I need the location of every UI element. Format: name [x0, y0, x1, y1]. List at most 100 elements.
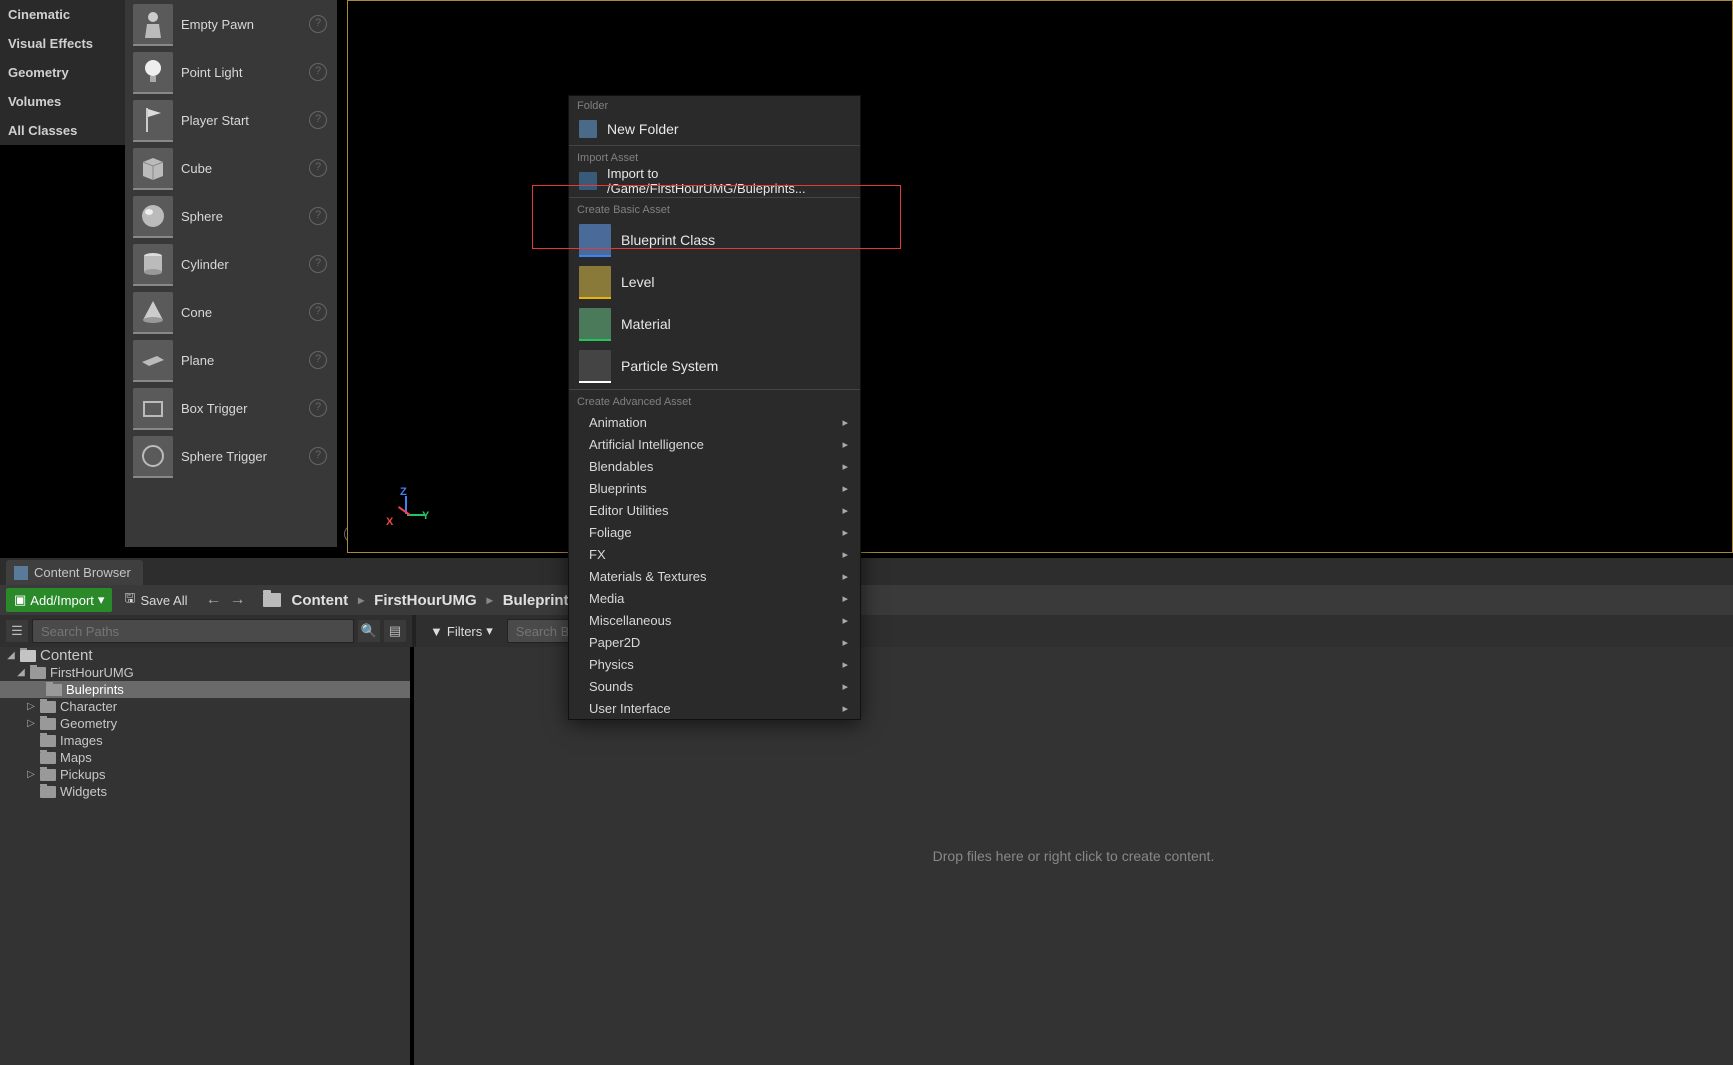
cube-icon: [133, 148, 173, 188]
tree-item-geometry[interactable]: ▷ Geometry: [0, 715, 410, 732]
search-paths-input[interactable]: [32, 619, 354, 643]
ctx-fx[interactable]: FX▸: [569, 543, 860, 565]
actor-cylinder[interactable]: Cylinder ?: [125, 240, 337, 288]
chevron-right-icon: ▸: [842, 680, 848, 693]
actor-player-start[interactable]: Player Start ?: [125, 96, 337, 144]
ctx-foliage[interactable]: Foliage▸: [569, 521, 860, 543]
ctx-particle-system[interactable]: Particle System: [569, 345, 860, 387]
content-browser-search-row: ☰ 🔍 ▤ ▼ Filters ▾: [0, 615, 1733, 647]
tree-twisty-icon[interactable]: ▷: [26, 701, 36, 712]
tree-item-buleprints[interactable]: Buleprints: [0, 681, 410, 698]
nav-back-button[interactable]: ←: [203, 591, 223, 609]
ctx-section-folder: Folder: [569, 96, 860, 115]
folder-icon: [46, 684, 62, 696]
filters-button[interactable]: ▼ Filters ▾: [422, 623, 501, 639]
tree-twisty-icon[interactable]: ◢: [16, 667, 26, 678]
ctx-animation[interactable]: Animation▸: [569, 411, 860, 433]
tree-item-content[interactable]: ◢ Content: [0, 647, 410, 664]
tree-item-character[interactable]: ▷ Character: [0, 698, 410, 715]
help-icon[interactable]: ?: [309, 159, 327, 177]
help-icon[interactable]: ?: [309, 15, 327, 33]
actor-label: Box Trigger: [181, 401, 309, 416]
actor-cone[interactable]: Cone ?: [125, 288, 337, 336]
actor-label: Cylinder: [181, 257, 309, 272]
category-visual-effects[interactable]: Visual Effects: [0, 29, 125, 58]
help-icon[interactable]: ?: [309, 303, 327, 321]
chevron-right-icon: ▸: [842, 592, 848, 605]
particle-icon: [579, 350, 611, 382]
category-geometry[interactable]: Geometry: [0, 58, 125, 87]
sphere-trigger-icon: [133, 436, 173, 476]
actor-sphere-trigger[interactable]: Sphere Trigger ?: [125, 432, 337, 480]
help-icon[interactable]: ?: [309, 351, 327, 369]
crumb-buleprints[interactable]: Buleprints: [503, 592, 577, 609]
ctx-level[interactable]: Level: [569, 261, 860, 303]
chevron-right-icon: ▸: [842, 570, 848, 583]
divider: [569, 197, 860, 198]
ctx-paper2d[interactable]: Paper2D▸: [569, 631, 860, 653]
tree-item-pickups[interactable]: ▷ Pickups: [0, 766, 410, 783]
filter-icon: ▼: [430, 624, 443, 639]
ctx-section-import: Import Asset: [569, 148, 860, 167]
ctx-blendables[interactable]: Blendables▸: [569, 455, 860, 477]
content-browser-tab[interactable]: Content Browser: [6, 560, 143, 585]
tree-item-firsthourumg[interactable]: ◢ FirstHourUMG: [0, 664, 410, 681]
tree-item-widgets[interactable]: Widgets: [0, 783, 410, 800]
ctx-sounds[interactable]: Sounds▸: [569, 675, 860, 697]
category-all-classes[interactable]: All Classes: [0, 116, 125, 145]
category-volumes[interactable]: Volumes: [0, 87, 125, 116]
help-icon[interactable]: ?: [309, 207, 327, 225]
ctx-editor-utilities[interactable]: Editor Utilities▸: [569, 499, 860, 521]
ctx-miscellaneous[interactable]: Miscellaneous▸: [569, 609, 860, 631]
ctx-section-advanced: Create Advanced Asset: [569, 392, 860, 411]
help-icon[interactable]: ?: [309, 399, 327, 417]
actor-cube[interactable]: Cube ?: [125, 144, 337, 192]
tree-twisty-icon[interactable]: ▷: [26, 769, 36, 780]
cylinder-icon: [133, 244, 173, 284]
help-icon[interactable]: ?: [309, 63, 327, 81]
ctx-blueprint-class[interactable]: Blueprint Class: [569, 219, 860, 261]
folder-icon[interactable]: [263, 593, 281, 607]
ctx-user-interface[interactable]: User Interface▸: [569, 697, 860, 719]
nav-forward-button[interactable]: →: [227, 591, 247, 609]
help-icon[interactable]: ?: [309, 447, 327, 465]
actor-point-light[interactable]: Point Light ?: [125, 48, 337, 96]
search-icon[interactable]: 🔍: [358, 620, 380, 642]
actor-label: Point Light: [181, 65, 309, 80]
tree-item-maps[interactable]: Maps: [0, 749, 410, 766]
tree-twisty-icon[interactable]: ◢: [6, 650, 16, 661]
add-import-button[interactable]: ▣ Add/Import ▾: [6, 588, 112, 612]
tree-twisty-icon[interactable]: ▷: [26, 718, 36, 729]
axis-gizmo: Z Y X: [378, 486, 424, 532]
folder-icon: [40, 786, 56, 798]
level-viewport[interactable]: Z Y X: [347, 0, 1733, 553]
placement-category-list: Cinematic Visual Effects Geometry Volume…: [0, 0, 125, 145]
tree-item-images[interactable]: Images: [0, 732, 410, 749]
ctx-artificial-intelligence[interactable]: Artificial Intelligence▸: [569, 433, 860, 455]
lock-sources-button[interactable]: ▤: [384, 620, 406, 642]
category-cinematic[interactable]: Cinematic: [0, 0, 125, 29]
help-icon[interactable]: ?: [309, 111, 327, 129]
sources-toggle-button[interactable]: ☰: [6, 620, 28, 642]
ctx-material[interactable]: Material: [569, 303, 860, 345]
ctx-physics[interactable]: Physics▸: [569, 653, 860, 675]
ctx-materials-textures[interactable]: Materials & Textures▸: [569, 565, 860, 587]
ctx-media[interactable]: Media▸: [569, 587, 860, 609]
blueprint-icon: [579, 224, 611, 256]
chevron-right-icon: ▸: [842, 416, 848, 429]
actor-box-trigger[interactable]: Box Trigger ?: [125, 384, 337, 432]
ctx-blueprints[interactable]: Blueprints▸: [569, 477, 860, 499]
actor-empty-pawn[interactable]: Empty Pawn ?: [125, 0, 337, 48]
divider: [412, 615, 416, 647]
help-icon[interactable]: ?: [309, 255, 327, 273]
ctx-new-folder[interactable]: New Folder: [569, 115, 860, 143]
sources-tree: ◢ Content ◢ FirstHourUMG Buleprints ▷ Ch…: [0, 647, 410, 1065]
save-all-button[interactable]: 🖫 Save All: [120, 589, 191, 611]
crumb-content[interactable]: Content: [291, 592, 348, 609]
ctx-import-to[interactable]: Import to /Game/FirstHourUMG/Buleprints.…: [569, 167, 860, 195]
crumb-firsthourumg[interactable]: FirstHourUMG: [374, 592, 477, 609]
chevron-right-icon: ▸: [358, 593, 364, 607]
actor-sphere[interactable]: Sphere ?: [125, 192, 337, 240]
actor-label: Cube: [181, 161, 309, 176]
actor-plane[interactable]: Plane ?: [125, 336, 337, 384]
